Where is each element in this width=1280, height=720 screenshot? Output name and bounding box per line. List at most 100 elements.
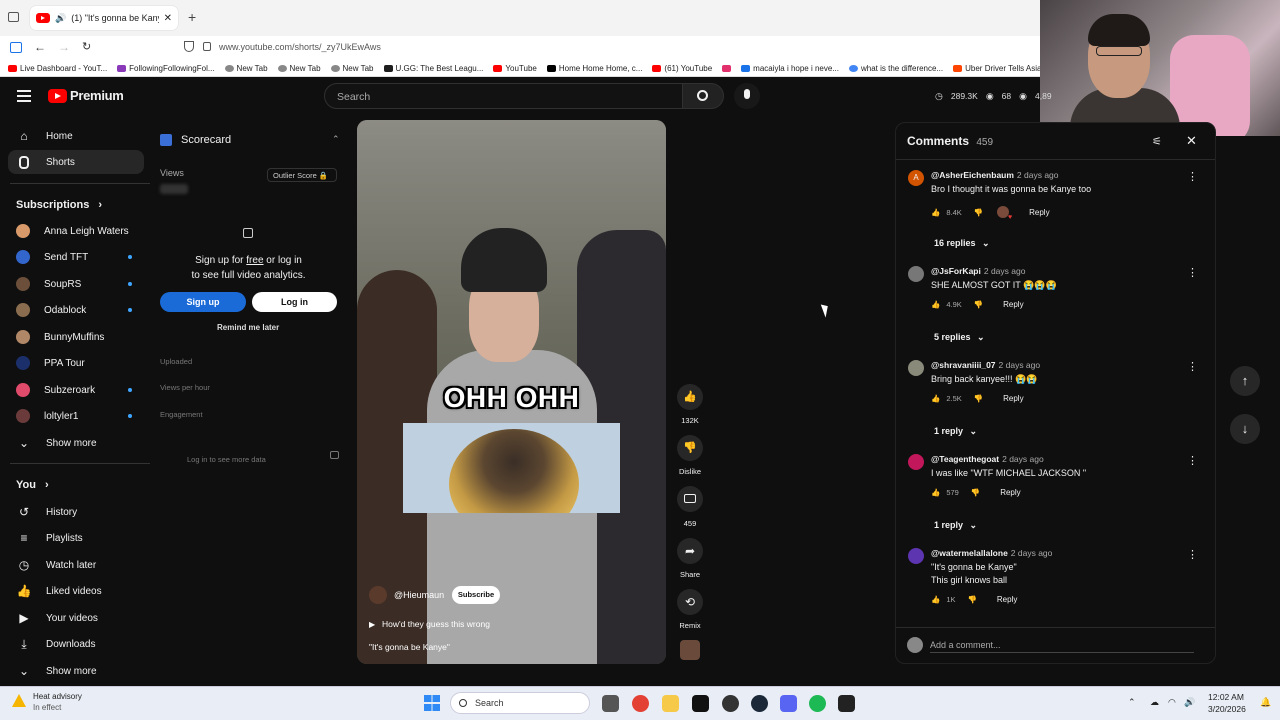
shorts-video-player[interactable]: OHH OHH @Hieumaun Subscribe ▶ How'd they… bbox=[357, 120, 666, 664]
sound-thumbnail[interactable] bbox=[680, 640, 700, 660]
comment-author[interactable]: @Teagenthegoat 2 days ago bbox=[931, 454, 1044, 464]
sidebar-sub-item[interactable]: Subzeroark bbox=[8, 378, 144, 402]
capcut-icon[interactable] bbox=[692, 695, 709, 712]
reply-button[interactable]: Reply bbox=[1000, 488, 1020, 497]
sidebar-item-your-videos[interactable]: ▶ Your videos bbox=[8, 606, 144, 630]
task-view-icon[interactable] bbox=[602, 695, 619, 712]
sidebar-item-shorts[interactable]: Shorts bbox=[8, 150, 144, 174]
subscribe-button[interactable]: Subscribe bbox=[452, 586, 500, 604]
channel-avatar[interactable] bbox=[369, 586, 387, 604]
subscriptions-heading[interactable]: Subscriptions › bbox=[16, 199, 102, 211]
sidebar-sub-item[interactable]: Send TFT bbox=[8, 245, 144, 269]
sidebar-item-history[interactable]: ↺ History bbox=[8, 500, 144, 524]
terminal-icon[interactable] bbox=[838, 695, 855, 712]
chrome-icon[interactable] bbox=[632, 695, 649, 712]
thumbs-down-icon[interactable]: 👎 bbox=[974, 208, 983, 217]
like-button[interactable]: 👍 bbox=[677, 384, 703, 410]
bookmark[interactable]: YouTube bbox=[493, 64, 537, 73]
more-actions-icon[interactable]: ⋮ bbox=[1187, 360, 1198, 373]
view-replies-button[interactable]: 16 replies ⌄ bbox=[934, 238, 990, 249]
thumbs-up-icon[interactable]: 👍 bbox=[931, 208, 940, 217]
thumbs-down-icon[interactable]: 👎 bbox=[968, 595, 977, 604]
windows-start-icon[interactable] bbox=[424, 695, 440, 711]
reload-icon[interactable]: ↻ bbox=[82, 40, 91, 53]
bookmark[interactable]: FollowingFollowingFol... bbox=[117, 64, 215, 73]
previous-short-button[interactable]: ↑ bbox=[1230, 366, 1260, 396]
notification-icon[interactable]: 🔔 bbox=[1260, 697, 1271, 708]
dislike-button[interactable]: 👎 bbox=[677, 435, 703, 461]
bookmark[interactable]: macaiyla i hope i neve... bbox=[741, 64, 839, 73]
bookmark[interactable]: (61) YouTube bbox=[652, 64, 712, 73]
sign-up-button[interactable]: Sign up bbox=[160, 292, 246, 312]
bookmark[interactable]: Live Dashboard - YouT... bbox=[8, 64, 107, 73]
comment-author[interactable]: @JsForKapi 2 days ago bbox=[931, 266, 1025, 276]
sidebar-item-playlists[interactable]: ≡ Playlists bbox=[8, 526, 144, 550]
reply-button[interactable]: Reply bbox=[1003, 300, 1023, 309]
bookmark[interactable]: New Tab bbox=[330, 64, 374, 73]
wifi-icon[interactable]: ◠ bbox=[1168, 697, 1176, 708]
sidebar-sub-item[interactable]: SoupRS bbox=[8, 272, 144, 296]
sidebar-sub-item[interactable]: Anna Leigh Waters bbox=[8, 219, 144, 243]
speaker-icon[interactable]: 🔊 bbox=[55, 13, 66, 24]
discord-icon[interactable] bbox=[780, 695, 797, 712]
thumbs-up-icon[interactable]: 👍 bbox=[931, 394, 940, 403]
channel-name[interactable]: @Hieumaun bbox=[394, 590, 444, 600]
add-comment-input[interactable]: Add a comment... bbox=[930, 637, 1194, 653]
back-arrow-icon[interactable]: ← bbox=[34, 40, 46, 54]
taskbar-search[interactable]: Search bbox=[450, 692, 590, 714]
you-heading[interactable]: You › bbox=[16, 479, 49, 491]
sidebar-sub-item[interactable]: BunnyMuffins bbox=[8, 325, 144, 349]
view-replies-button[interactable]: 5 replies ⌄ bbox=[934, 332, 985, 343]
close-comments-icon[interactable]: ✕ bbox=[1186, 133, 1197, 149]
thumbs-up-icon[interactable]: 👍 bbox=[931, 595, 940, 604]
sidebar-sub-item[interactable]: loltyler1 bbox=[8, 404, 144, 428]
lock-icon[interactable] bbox=[203, 42, 211, 51]
comment-author[interactable]: @shravaniiii_07 2 days ago bbox=[931, 360, 1040, 370]
shield-icon[interactable] bbox=[184, 41, 194, 52]
bookmark[interactable]: U.GG: The Best Leagu... bbox=[383, 64, 483, 73]
reply-button[interactable]: Reply bbox=[997, 595, 1017, 604]
remind-later-link[interactable]: Remind me later bbox=[217, 323, 279, 332]
sidebar-item-liked-videos[interactable]: 👍 Liked videos bbox=[8, 579, 144, 603]
sidebar-sub-item[interactable]: PPA Tour bbox=[8, 351, 144, 375]
clock-time[interactable]: 12:02 AM bbox=[1208, 692, 1244, 702]
comment-avatar[interactable] bbox=[908, 360, 924, 376]
collapse-icon[interactable]: ⌃ bbox=[332, 134, 340, 145]
spotify-icon[interactable] bbox=[809, 695, 826, 712]
bookmark[interactable]: what is the difference... bbox=[849, 64, 943, 73]
comment-author[interactable]: @watermelallalone 2 days ago bbox=[931, 548, 1052, 558]
bookmark[interactable]: New Tab bbox=[277, 64, 321, 73]
reply-button[interactable]: Reply bbox=[1029, 208, 1049, 217]
view-replies-button[interactable]: 1 reply ⌄ bbox=[934, 520, 977, 531]
tray-chevron-icon[interactable]: ⌃ bbox=[1128, 697, 1136, 708]
volume-icon[interactable]: 🔊 bbox=[1184, 697, 1195, 708]
more-actions-icon[interactable]: ⋮ bbox=[1187, 548, 1198, 561]
sidebar-item-downloads[interactable]: ⤓ Downloads bbox=[8, 632, 144, 656]
search-button[interactable] bbox=[682, 83, 724, 109]
bookmark[interactable]: Uber Driver Tells Asian... bbox=[953, 64, 1040, 73]
sort-icon[interactable]: ⚟ bbox=[1152, 135, 1162, 148]
remix-button[interactable]: ⟲ bbox=[677, 589, 703, 615]
sidebar-item-watch-later[interactable]: ◷ Watch later bbox=[8, 553, 144, 577]
more-actions-icon[interactable]: ⋮ bbox=[1187, 170, 1198, 183]
thumbs-down-icon[interactable]: 👎 bbox=[974, 394, 983, 403]
show-more-subscriptions[interactable]: ⌄ Show more bbox=[8, 431, 144, 455]
comment-avatar[interactable] bbox=[908, 266, 924, 282]
reply-button[interactable]: Reply bbox=[1003, 394, 1023, 403]
weather-line1[interactable]: Heat advisory bbox=[33, 692, 82, 701]
tab-actions-icon[interactable] bbox=[8, 12, 19, 22]
video-title[interactable]: How'd they guess this wrong bbox=[382, 619, 490, 629]
sidebar-sub-item[interactable]: Odablock bbox=[8, 298, 144, 322]
bookmark[interactable] bbox=[722, 64, 732, 72]
thumbs-down-icon[interactable]: 👎 bbox=[971, 488, 980, 497]
forward-arrow-icon[interactable]: → bbox=[58, 40, 70, 54]
browser-tab-active[interactable]: 🔊 (1) "It's gonna be Kanye" ✕ bbox=[30, 6, 178, 30]
share-button[interactable]: ➦ bbox=[677, 538, 703, 564]
show-more-you[interactable]: ⌄ Show more bbox=[8, 659, 144, 683]
thumbs-up-icon[interactable]: 👍 bbox=[931, 300, 940, 309]
comment-avatar[interactable] bbox=[908, 548, 924, 564]
steam-icon[interactable] bbox=[751, 695, 768, 712]
menu-icon[interactable] bbox=[17, 90, 31, 102]
thumbs-up-icon[interactable]: 👍 bbox=[931, 488, 940, 497]
more-actions-icon[interactable]: ⋮ bbox=[1187, 454, 1198, 467]
